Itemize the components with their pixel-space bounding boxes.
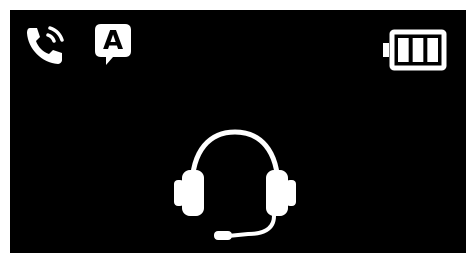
- assist-letter: A: [102, 26, 124, 56]
- status-bar: A: [10, 10, 466, 80]
- battery-level-bar: [427, 38, 438, 62]
- battery-full-icon: [383, 29, 447, 71]
- battery-level-bar: [412, 38, 424, 62]
- headset-icon: [174, 129, 296, 240]
- device-screen: A: [10, 10, 466, 253]
- battery-level-bar: [398, 38, 409, 62]
- phone-call-icon: [27, 26, 64, 64]
